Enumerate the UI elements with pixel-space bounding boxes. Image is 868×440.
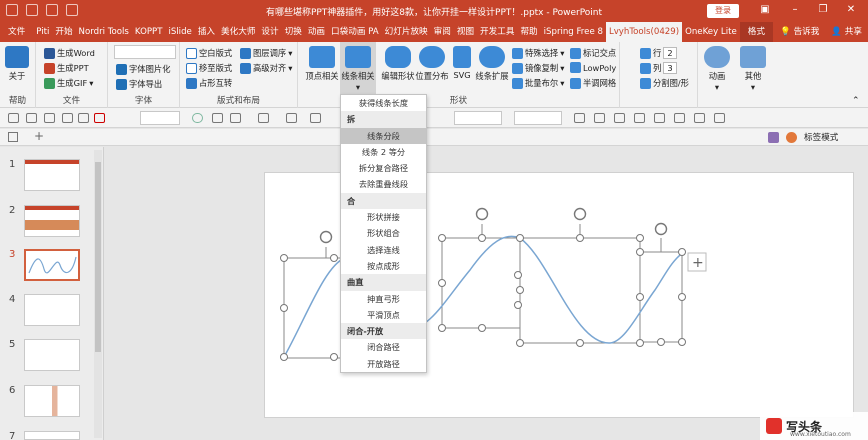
watermark-logo-icon (766, 418, 782, 434)
menu-section-merge: 合 (341, 193, 426, 209)
plus-icon: + (692, 255, 704, 271)
line-tools-dropdown: 获得线条长度 拆 线条分段 线条 2 等分 拆分复合路径 去除重叠线段 合 形状… (340, 94, 427, 373)
menu-item-open-path[interactable]: 开放路径 (341, 356, 426, 372)
menu-section-curve-straight: 曲直 (341, 274, 426, 290)
selection-box-4[interactable] (640, 252, 682, 342)
menu-item-shape-combine[interactable]: 形状组合 (341, 225, 426, 241)
selected-curve-overlay: + (0, 0, 868, 440)
menu-item-smooth-vertex[interactable]: 平滑顶点 (341, 307, 426, 323)
rotate-handle-icon[interactable] (575, 209, 586, 220)
menu-item-points-to-shape[interactable]: 按点成形 (341, 258, 426, 274)
menu-item-remove-overlap[interactable]: 去除重叠线段 (341, 176, 426, 192)
selection-box-3[interactable] (520, 238, 640, 343)
menu-item-line-bisect[interactable]: 线条 2 等分 (341, 144, 426, 160)
watermark-site: www.xietoutiao.com (790, 431, 851, 438)
rotate-handle-icon[interactable] (321, 232, 332, 243)
rotate-handle-icon[interactable] (477, 209, 488, 220)
menu-item-straighten-arc[interactable]: 抻直弓形 (341, 291, 426, 307)
menu-item-close-path[interactable]: 闭合路径 (341, 339, 426, 355)
menu-item-shape-join[interactable]: 形状拼接 (341, 209, 426, 225)
watermark: 写头条 www.xietoutiao.com (760, 412, 868, 440)
menu-item-select-connectors[interactable]: 选择连线 (341, 242, 426, 258)
menu-item-line-segment[interactable]: 线条分段 (341, 128, 426, 144)
menu-item-split-compound-path[interactable]: 拆分复合路径 (341, 160, 426, 176)
menu-item-get-line-length[interactable]: 获得线条长度 (341, 95, 426, 111)
rotate-handle-icon[interactable] (656, 224, 667, 235)
menu-section-split: 拆 (341, 111, 426, 127)
selection-box-2[interactable] (442, 238, 520, 328)
powerpoint-window: 有哪些堪称PPT神器插件，用好这8款，让你开挂一样设计PPT！.pptx - P… (0, 0, 868, 440)
menu-section-close-open: 闭合-开放 (341, 323, 426, 339)
